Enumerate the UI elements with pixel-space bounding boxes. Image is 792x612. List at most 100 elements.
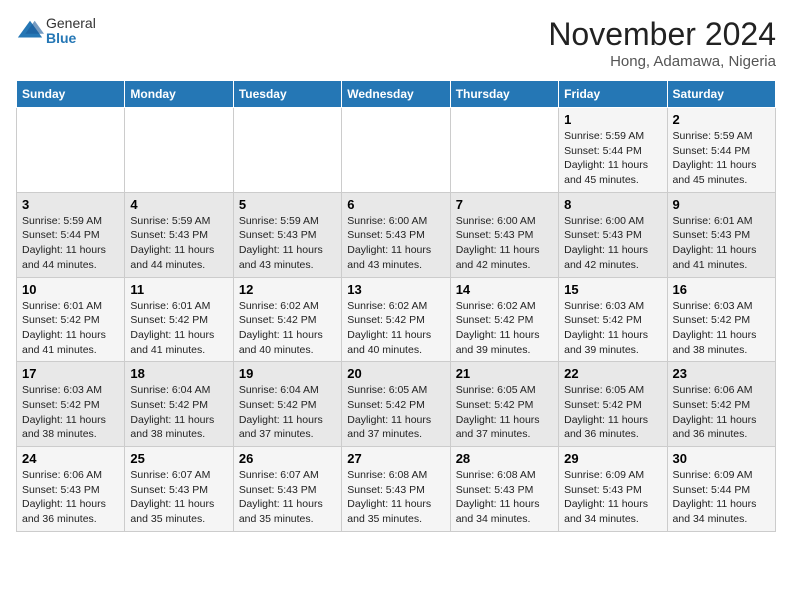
day-info: Sunrise: 6:02 AMSunset: 5:42 PMDaylight:… xyxy=(456,299,553,358)
day-cell: 18 Sunrise: 6:04 AMSunset: 5:42 PMDayligh… xyxy=(125,362,233,447)
day-number: 22 xyxy=(564,366,661,381)
logo-icon xyxy=(16,17,44,45)
day-number: 1 xyxy=(564,112,661,127)
day-info: Sunrise: 5:59 AMSunset: 5:43 PMDaylight:… xyxy=(130,214,227,273)
day-cell: 6Sunrise: 6:00 AMSunset: 5:43 PMDaylight… xyxy=(342,192,450,277)
day-number: 19 xyxy=(239,366,336,381)
day-cell: 29 Sunrise: 6:09 AMSunset: 5:43 PMDayligh… xyxy=(559,447,667,532)
day-cell: 30 Sunrise: 6:09 AMSunset: 5:44 PMDayligh… xyxy=(667,447,775,532)
day-number: 18 xyxy=(130,366,227,381)
day-number: 28 xyxy=(456,451,553,466)
day-info: Sunrise: 6:03 AMSunset: 5:42 PMDaylight:… xyxy=(22,383,119,442)
day-info: Sunrise: 5:59 AMSunset: 5:44 PMDaylight:… xyxy=(673,129,770,188)
day-number: 24 xyxy=(22,451,119,466)
day-info: Sunrise: 6:01 AMSunset: 5:42 PMDaylight:… xyxy=(22,299,119,358)
day-cell: 7 Sunrise: 6:00 AMSunset: 5:43 PMDaylight… xyxy=(450,192,558,277)
day-cell: 5Sunrise: 5:59 AMSunset: 5:43 PMDaylight… xyxy=(233,192,341,277)
weekday-header-tuesday: Tuesday xyxy=(233,81,341,108)
day-cell: 10 Sunrise: 6:01 AMSunset: 5:42 PMDayligh… xyxy=(17,277,125,362)
weekday-header-thursday: Thursday xyxy=(450,81,558,108)
day-cell: 20 Sunrise: 6:05 AMSunset: 5:42 PMDayligh… xyxy=(342,362,450,447)
day-number: 25 xyxy=(130,451,227,466)
day-number: 30 xyxy=(673,451,770,466)
logo: General Blue xyxy=(16,16,96,47)
day-cell: 1 Sunrise: 5:59 AMSunset: 5:44 PMDaylight… xyxy=(559,108,667,193)
day-number: 15 xyxy=(564,282,661,297)
day-info: Sunrise: 6:03 AMSunset: 5:42 PMDaylight:… xyxy=(564,299,661,358)
month-year: November 2024 xyxy=(548,16,776,53)
day-info: Sunrise: 6:06 AMSunset: 5:42 PMDaylight:… xyxy=(673,383,770,442)
location: Hong, Adamawa, Nigeria xyxy=(548,53,776,70)
week-row-1: 1 Sunrise: 5:59 AMSunset: 5:44 PMDaylight… xyxy=(17,108,776,193)
day-cell xyxy=(450,108,558,193)
day-number: 21 xyxy=(456,366,553,381)
day-cell xyxy=(233,108,341,193)
day-number: 2 xyxy=(673,112,770,127)
weekday-header-monday: Monday xyxy=(125,81,233,108)
day-cell: 11Sunrise: 6:01 AMSunset: 5:42 PMDayligh… xyxy=(125,277,233,362)
day-cell: 8 Sunrise: 6:00 AMSunset: 5:43 PMDaylight… xyxy=(559,192,667,277)
day-info: Sunrise: 6:02 AMSunset: 5:42 PMDaylight:… xyxy=(347,299,444,358)
day-info: Sunrise: 6:00 AMSunset: 5:43 PMDaylight:… xyxy=(564,214,661,273)
day-cell: 14 Sunrise: 6:02 AMSunset: 5:42 PMDayligh… xyxy=(450,277,558,362)
weekday-header-friday: Friday xyxy=(559,81,667,108)
day-info: Sunrise: 6:09 AMSunset: 5:44 PMDaylight:… xyxy=(673,468,770,527)
day-info: Sunrise: 5:59 AMSunset: 5:44 PMDaylight:… xyxy=(564,129,661,188)
day-info: Sunrise: 6:04 AMSunset: 5:42 PMDaylight:… xyxy=(130,383,227,442)
day-number: 7 xyxy=(456,197,553,212)
day-info: Sunrise: 6:07 AMSunset: 5:43 PMDaylight:… xyxy=(130,468,227,527)
calendar-table: SundayMondayTuesdayWednesdayThursdayFrid… xyxy=(16,80,776,532)
day-info: Sunrise: 6:05 AMSunset: 5:42 PMDaylight:… xyxy=(456,383,553,442)
day-info: Sunrise: 6:06 AMSunset: 5:43 PMDaylight:… xyxy=(22,468,119,527)
day-cell: 24 Sunrise: 6:06 AMSunset: 5:43 PMDayligh… xyxy=(17,447,125,532)
day-number: 12 xyxy=(239,282,336,297)
day-cell: 21 Sunrise: 6:05 AMSunset: 5:42 PMDayligh… xyxy=(450,362,558,447)
day-info: Sunrise: 6:00 AMSunset: 5:43 PMDaylight:… xyxy=(347,214,444,273)
logo-text: General Blue xyxy=(46,16,96,47)
day-info: Sunrise: 6:04 AMSunset: 5:42 PMDaylight:… xyxy=(239,383,336,442)
title-block: November 2024 Hong, Adamawa, Nigeria xyxy=(548,16,776,70)
day-number: 26 xyxy=(239,451,336,466)
weekday-header-row: SundayMondayTuesdayWednesdayThursdayFrid… xyxy=(17,81,776,108)
day-number: 3 xyxy=(22,197,119,212)
day-info: Sunrise: 6:01 AMSunset: 5:42 PMDaylight:… xyxy=(130,299,227,358)
day-info: Sunrise: 5:59 AMSunset: 5:44 PMDaylight:… xyxy=(22,214,119,273)
day-number: 13 xyxy=(347,282,444,297)
weekday-header-saturday: Saturday xyxy=(667,81,775,108)
week-row-2: 3 Sunrise: 5:59 AMSunset: 5:44 PMDaylight… xyxy=(17,192,776,277)
day-cell xyxy=(342,108,450,193)
day-cell: 28 Sunrise: 6:08 AMSunset: 5:43 PMDayligh… xyxy=(450,447,558,532)
weekday-header-sunday: Sunday xyxy=(17,81,125,108)
day-info: Sunrise: 6:05 AMSunset: 5:42 PMDaylight:… xyxy=(347,383,444,442)
day-cell: 23 Sunrise: 6:06 AMSunset: 5:42 PMDayligh… xyxy=(667,362,775,447)
day-cell xyxy=(125,108,233,193)
day-number: 23 xyxy=(673,366,770,381)
day-info: Sunrise: 6:08 AMSunset: 5:43 PMDaylight:… xyxy=(347,468,444,527)
day-info: Sunrise: 6:03 AMSunset: 5:42 PMDaylight:… xyxy=(673,299,770,358)
day-number: 20 xyxy=(347,366,444,381)
day-cell: 9Sunrise: 6:01 AMSunset: 5:43 PMDaylight… xyxy=(667,192,775,277)
day-number: 4 xyxy=(130,197,227,212)
weekday-header-wednesday: Wednesday xyxy=(342,81,450,108)
day-cell: 4 Sunrise: 5:59 AMSunset: 5:43 PMDaylight… xyxy=(125,192,233,277)
day-info: Sunrise: 6:00 AMSunset: 5:43 PMDaylight:… xyxy=(456,214,553,273)
day-number: 27 xyxy=(347,451,444,466)
day-cell: 2 Sunrise: 5:59 AMSunset: 5:44 PMDaylight… xyxy=(667,108,775,193)
day-cell xyxy=(17,108,125,193)
day-cell: 27 Sunrise: 6:08 AMSunset: 5:43 PMDayligh… xyxy=(342,447,450,532)
day-info: Sunrise: 6:05 AMSunset: 5:42 PMDaylight:… xyxy=(564,383,661,442)
day-number: 14 xyxy=(456,282,553,297)
day-info: Sunrise: 6:09 AMSunset: 5:43 PMDaylight:… xyxy=(564,468,661,527)
day-number: 29 xyxy=(564,451,661,466)
day-number: 10 xyxy=(22,282,119,297)
day-number: 8 xyxy=(564,197,661,212)
day-number: 9 xyxy=(673,197,770,212)
day-cell: 19 Sunrise: 6:04 AMSunset: 5:42 PMDayligh… xyxy=(233,362,341,447)
day-cell: 13 Sunrise: 6:02 AMSunset: 5:42 PMDayligh… xyxy=(342,277,450,362)
day-cell: 12Sunrise: 6:02 AMSunset: 5:42 PMDayligh… xyxy=(233,277,341,362)
day-number: 17 xyxy=(22,366,119,381)
week-row-4: 17 Sunrise: 6:03 AMSunset: 5:42 PMDayligh… xyxy=(17,362,776,447)
page-header: General Blue November 2024 Hong, Adamawa… xyxy=(16,16,776,70)
day-cell: 17 Sunrise: 6:03 AMSunset: 5:42 PMDayligh… xyxy=(17,362,125,447)
day-info: Sunrise: 6:08 AMSunset: 5:43 PMDaylight:… xyxy=(456,468,553,527)
